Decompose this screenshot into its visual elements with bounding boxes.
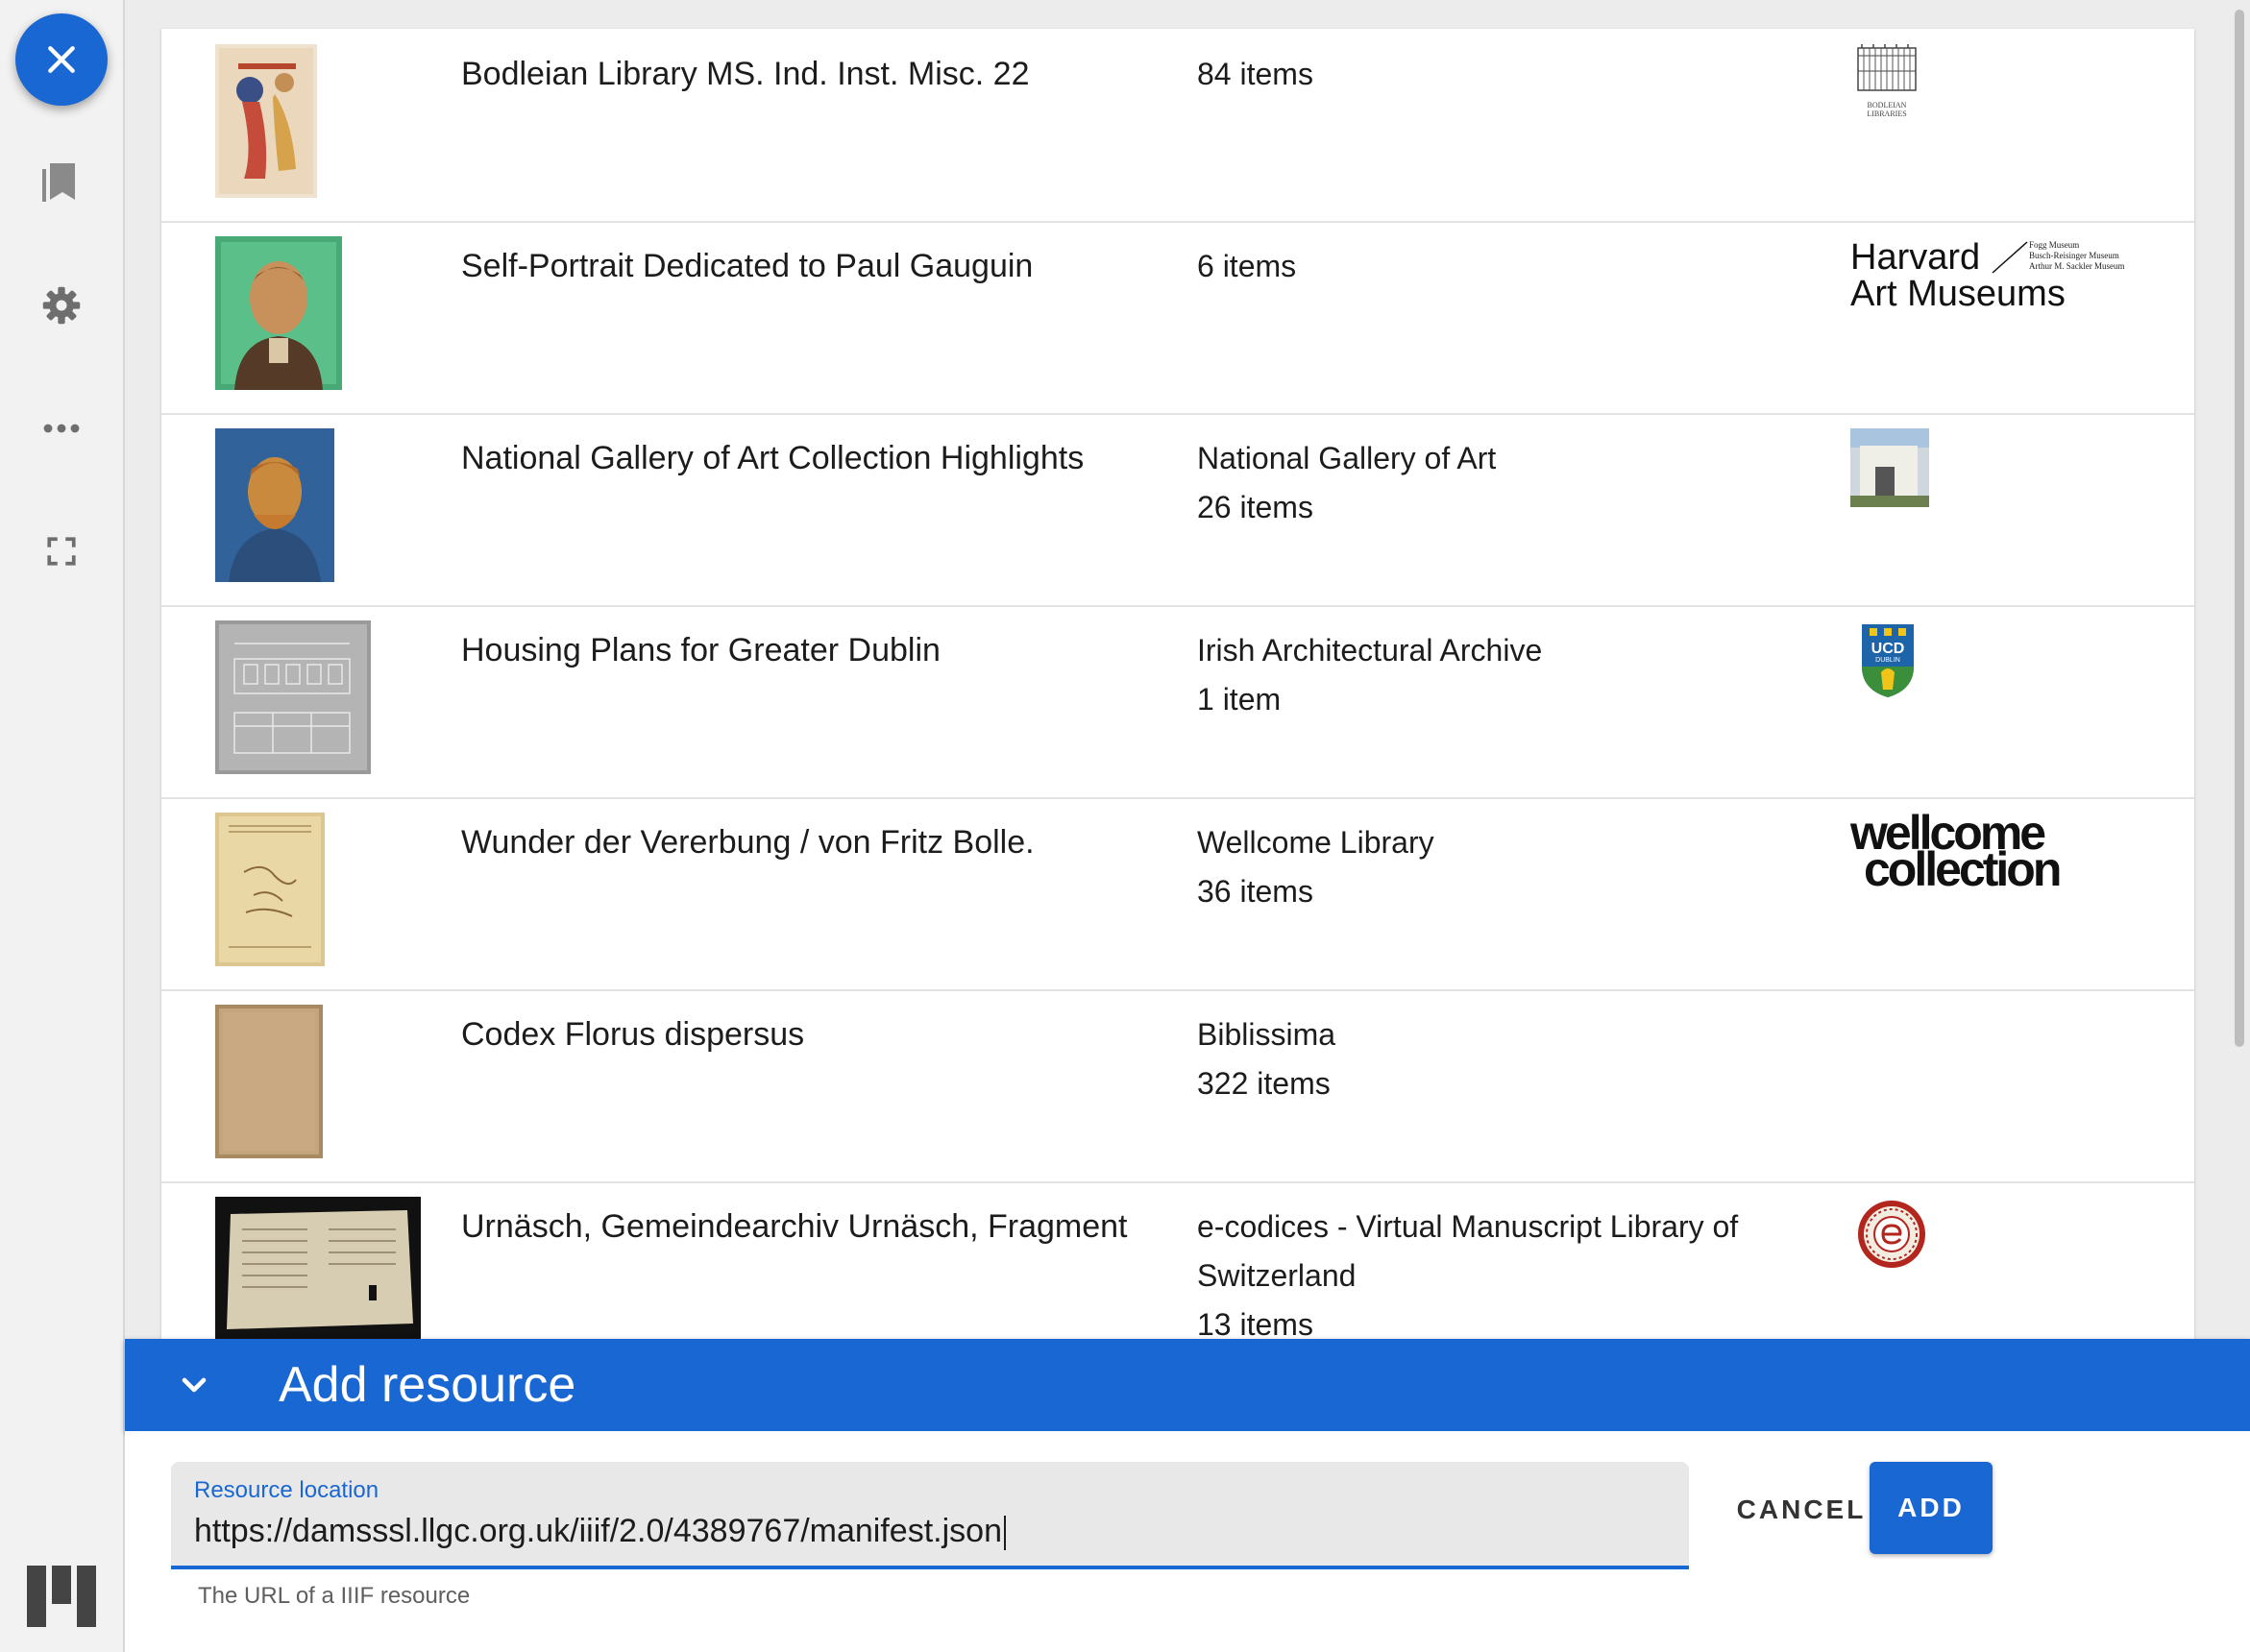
portrait-thumbnail — [215, 428, 334, 582]
provider-logo: Harvard Art Museums Fogg Museum Busch-Re… — [1850, 238, 2167, 315]
cancel-button[interactable]: CANCEL — [1720, 1464, 1883, 1556]
add-resource-header[interactable]: Add resource — [125, 1339, 2250, 1431]
mirador-logo-icon — [27, 1566, 96, 1627]
ucd-logo-text: UCD — [1871, 641, 1905, 657]
bodleian-building-icon — [1857, 44, 1917, 91]
item-meta: e-codices - Virtual Manuscript Library o… — [1197, 1203, 1812, 1339]
add-resource-title: Add resource — [279, 1357, 576, 1413]
item-meta: National Gallery of Art 26 items — [1197, 434, 1812, 532]
item-count: 1 item — [1197, 682, 1282, 717]
e-codices-logo — [1858, 1201, 1925, 1268]
item-title: Codex Florus dispersus — [461, 1016, 805, 1053]
plan-thumbnail — [215, 620, 371, 774]
item-provider: Wellcome Library — [1197, 825, 1434, 860]
add-resource-form: Resource location https://damsssl.llgc.o… — [125, 1431, 2250, 1652]
item-count: 26 items — [1197, 490, 1313, 524]
catalog-item[interactable]: National Gallery of Art Collection Highl… — [161, 413, 2194, 607]
catalog-item[interactable]: Bodleian Library MS. Ind. Inst. Misc. 22… — [161, 29, 2194, 223]
add-button[interactable]: ADD — [1870, 1462, 1993, 1554]
item-title: National Gallery of Art Collection Highl… — [461, 440, 1085, 476]
national-gallery-logo — [1850, 428, 1929, 507]
close-button[interactable] — [15, 13, 108, 106]
list-scrollbar[interactable] — [2231, 0, 2248, 1345]
bodleian-logo-text: BODLEIAN LIBRARIES — [1867, 101, 1907, 118]
resource-location-label: Resource location — [194, 1477, 379, 1503]
settings-button[interactable] — [35, 279, 88, 332]
fullscreen-button[interactable] — [35, 524, 88, 578]
scrollbar-thumb[interactable] — [2235, 10, 2244, 1047]
item-provider: e-codices - Virtual Manuscript Library o… — [1197, 1209, 1739, 1293]
item-title: Housing Plans for Greater Dublin — [461, 632, 941, 668]
resource-location-helper: The URL of a IIIF resource — [198, 1583, 471, 1609]
fullscreen-icon — [47, 537, 76, 566]
resource-location-input[interactable]: Resource location https://damsssl.llgc.o… — [171, 1462, 1689, 1569]
ucd-logo-subtext: DUBLIN — [1875, 657, 1900, 664]
chevron-down-icon[interactable] — [175, 1366, 213, 1404]
resource-location-value[interactable]: https://damsssl.llgc.org.uk/iiif/2.0/438… — [194, 1508, 1006, 1554]
item-title: Self-Portrait Dedicated to Paul Gauguin — [461, 248, 1034, 284]
text-caret — [1004, 1516, 1006, 1551]
item-meta: Biblissima 322 items — [1197, 1010, 1812, 1108]
catalog-item[interactable]: Urnäsch, Gemeindearchiv Urnäsch, Fragmen… — [161, 1181, 2194, 1339]
item-provider: National Gallery of Art — [1197, 441, 1497, 475]
portrait-thumbnail — [215, 236, 342, 390]
more-icon — [43, 424, 80, 433]
divider-slash-icon — [1992, 241, 2028, 274]
close-icon — [48, 46, 75, 73]
window-sidebar — [0, 0, 125, 1652]
item-count: 322 items — [1197, 1066, 1331, 1101]
book-cover-thumbnail — [215, 813, 325, 966]
item-provider: Irish Architectural Archive — [1197, 633, 1543, 668]
item-meta: Wellcome Library 36 items — [1197, 818, 1812, 916]
provider-logo: UCD DUBLIN — [1860, 620, 1916, 699]
bookmark-button[interactable] — [35, 156, 88, 209]
fragment-thumbnail — [215, 1197, 421, 1339]
item-title: Bodleian Library MS. Ind. Inst. Misc. 22 — [461, 56, 1030, 92]
item-meta: Irish Architectural Archive 1 item — [1197, 626, 1812, 724]
bookmark-icon — [42, 163, 75, 202]
gear-icon — [42, 286, 81, 325]
item-count: 6 items — [1197, 249, 1297, 283]
item-count: 36 items — [1197, 874, 1313, 909]
catalog-item[interactable]: Housing Plans for Greater Dublin Irish A… — [161, 605, 2194, 799]
harvard-logo-line1: Harvard — [1850, 237, 1981, 278]
item-provider: Biblissima — [1197, 1017, 1336, 1052]
more-options-button[interactable] — [35, 401, 88, 455]
item-count: 13 items — [1197, 1307, 1313, 1339]
catalog-item[interactable]: Codex Florus dispersus Biblissima 322 it… — [161, 989, 2194, 1183]
harvard-logo-line2: Art Museums — [1850, 274, 2066, 314]
harvard-museum-names: Fogg Museum Busch-Reisinger Museum Arthu… — [2029, 240, 2125, 271]
catalog-item[interactable]: Wunder der Vererbung / von Fritz Bolle. … — [161, 797, 2194, 991]
item-count: 84 items — [1197, 57, 1313, 91]
codex-thumbnail — [215, 1005, 323, 1158]
catalog-list: Bodleian Library MS. Ind. Inst. Misc. 22… — [161, 29, 2194, 1339]
item-meta: 84 items — [1197, 50, 1812, 99]
wellcome-logo-line2: collection — [1864, 842, 2062, 896]
item-meta: 6 items — [1197, 242, 1812, 291]
provider-logo: wellcome collection — [1850, 809, 2139, 897]
manuscript-thumbnail — [215, 44, 317, 198]
item-title: Urnäsch, Gemeindearchiv Urnäsch, Fragmen… — [461, 1208, 1128, 1245]
provider-logo: BODLEIAN LIBRARIES — [1856, 42, 1918, 118]
catalog-item[interactable]: Self-Portrait Dedicated to Paul Gauguin … — [161, 221, 2194, 415]
item-title: Wunder der Vererbung / von Fritz Bolle. — [461, 824, 1035, 861]
